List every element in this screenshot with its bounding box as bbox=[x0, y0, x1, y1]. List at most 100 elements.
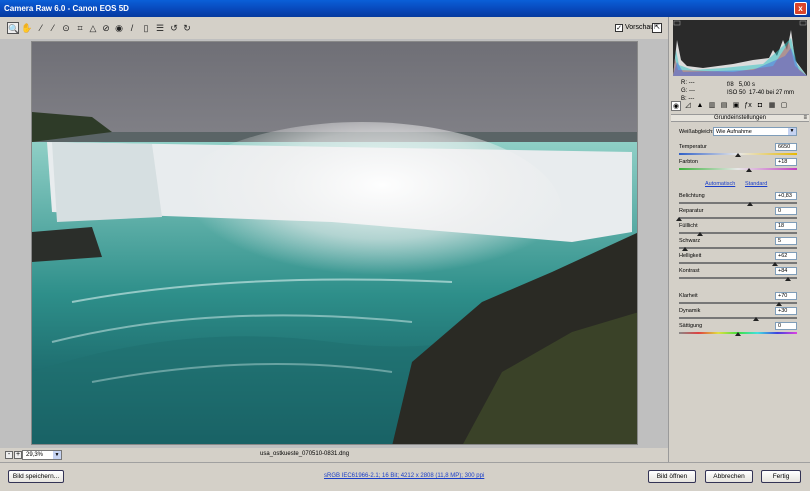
straighten-icon[interactable]: △ bbox=[87, 22, 99, 34]
close-button[interactable]: x bbox=[794, 2, 807, 15]
panel-tabs: ◉ ◿ ▲ ▥ ▤ ▣ ƒx ◘ ▦ ▢ bbox=[671, 101, 809, 112]
fullscreen-icon[interactable]: ⇱ bbox=[652, 23, 662, 33]
white-balance-label: Weißabgleich: bbox=[679, 129, 714, 135]
slider-value-input[interactable]: +30 bbox=[775, 307, 797, 315]
slider-track[interactable] bbox=[679, 168, 797, 170]
tab-camera-calibration-icon[interactable]: ◘ bbox=[755, 101, 765, 111]
preview-toggle[interactable]: ✓ Vorschau bbox=[615, 24, 654, 32]
slider-thumb[interactable] bbox=[776, 302, 783, 306]
rotate-cw-icon[interactable]: ↻ bbox=[181, 22, 193, 34]
save-image-button[interactable]: Bild speichern... bbox=[8, 470, 64, 483]
toolbar: 🔍 ✋ ⁄ ⁄ ⊙ ⌗ △ ⊘ ◉ / ▯ ☰ ↺ ↻ ✓ Vorschau ⇱ bbox=[0, 17, 668, 39]
aperture: f/8 bbox=[727, 82, 734, 88]
auto-link[interactable]: Automatisch bbox=[705, 181, 735, 187]
zoom-value: 29,3% bbox=[26, 452, 44, 458]
slider-value-input[interactable]: 6650 bbox=[775, 143, 797, 151]
slider-label: Reparatur bbox=[679, 208, 704, 214]
slider-value-input[interactable]: 0 bbox=[775, 207, 797, 215]
zoom-select[interactable]: 29,3% ▼ bbox=[22, 450, 62, 460]
tab-hsl-icon[interactable]: ▥ bbox=[707, 101, 717, 111]
slider-value-input[interactable]: +18 bbox=[775, 158, 797, 166]
slider-thumb[interactable] bbox=[745, 168, 752, 172]
slider-value-input[interactable]: 5 bbox=[775, 237, 797, 245]
slider-label: Schwarz bbox=[679, 238, 701, 244]
slider-thumb[interactable] bbox=[676, 217, 682, 221]
slider-label: Sättigung bbox=[679, 323, 703, 329]
hand-icon[interactable]: ✋ bbox=[21, 22, 33, 34]
shutter: 5,00 s bbox=[738, 82, 756, 88]
chevron-down-icon: ▼ bbox=[788, 128, 796, 135]
preferences-icon[interactable]: ☰ bbox=[154, 22, 166, 34]
target-adjust-icon[interactable]: ⊙ bbox=[60, 22, 72, 34]
histogram bbox=[673, 20, 807, 76]
red-eye-icon[interactable]: ◉ bbox=[113, 22, 125, 34]
slider-thumb[interactable] bbox=[697, 232, 704, 236]
slider-value-input[interactable]: 0 bbox=[775, 322, 797, 330]
slider-track[interactable] bbox=[679, 262, 797, 264]
cancel-button[interactable]: Abbrechen bbox=[705, 470, 753, 483]
slider-value-input[interactable]: +62 bbox=[775, 252, 797, 260]
done-button[interactable]: Fertig bbox=[761, 470, 801, 483]
slider-track[interactable] bbox=[679, 277, 797, 279]
slider-thumb[interactable] bbox=[752, 317, 759, 321]
zoom-in-button[interactable]: + bbox=[14, 451, 22, 459]
workflow-options-link[interactable]: sRGB IEC61966-2.1; 16 Bit; 4212 x 2808 (… bbox=[324, 473, 484, 479]
section-title-text: Grundeinstellungen bbox=[713, 115, 767, 121]
white-balance-value: Wie Aufnahme bbox=[716, 129, 752, 135]
tab-split-toning-icon[interactable]: ▤ bbox=[719, 101, 729, 111]
slider-value-input[interactable]: 18 bbox=[775, 222, 797, 230]
preview-checkbox[interactable]: ✓ bbox=[615, 24, 623, 32]
standard-link[interactable]: Standard bbox=[745, 181, 767, 187]
image-viewport[interactable] bbox=[0, 39, 668, 448]
slider-track[interactable] bbox=[679, 217, 797, 219]
tab-lens-icon[interactable]: ▣ bbox=[731, 101, 741, 111]
slider-thumb[interactable] bbox=[735, 332, 741, 336]
tab-snapshots-icon[interactable]: ▢ bbox=[779, 101, 789, 111]
tab-tone-curve-icon[interactable]: ◿ bbox=[683, 101, 693, 111]
tab-presets-icon[interactable]: ▦ bbox=[767, 101, 777, 111]
slider-thumb[interactable] bbox=[746, 202, 753, 206]
exif-readout: f/8 5,00 s ISO 50 17-40 bei 27 mm bbox=[727, 81, 794, 97]
tab-detail-icon[interactable]: ▲ bbox=[695, 101, 705, 111]
slider-thumb[interactable] bbox=[681, 247, 688, 251]
photo-preview bbox=[31, 41, 638, 445]
slider-label: Temperatur bbox=[679, 144, 707, 150]
slider-track[interactable] bbox=[679, 202, 797, 204]
rotate-ccw-icon[interactable]: ↺ bbox=[168, 22, 180, 34]
g-label: G: bbox=[681, 88, 688, 94]
slider-label: Kontrast bbox=[679, 268, 700, 274]
slider-track[interactable] bbox=[679, 247, 797, 249]
panel-menu-icon[interactable]: ≡ bbox=[803, 115, 807, 122]
slider-thumb[interactable] bbox=[784, 277, 791, 281]
tab-effects-icon[interactable]: ƒx bbox=[743, 101, 753, 111]
slider-value-input[interactable]: +70 bbox=[775, 292, 797, 300]
slider-label: Farbton bbox=[679, 159, 698, 165]
slider-thumb[interactable] bbox=[735, 153, 741, 157]
histogram-graph bbox=[673, 20, 807, 76]
slider-value-input[interactable]: +84 bbox=[775, 267, 797, 275]
spot-removal-icon[interactable]: ⊘ bbox=[100, 22, 112, 34]
slider-value-input[interactable]: +0,83 bbox=[775, 192, 797, 200]
slider-thumb[interactable] bbox=[771, 262, 778, 266]
open-image-button[interactable]: Bild öffnen bbox=[648, 470, 696, 483]
r-value: --- bbox=[688, 80, 695, 86]
file-name: usa_ostkueste_070510-0831.dng bbox=[260, 451, 350, 457]
white-balance-select[interactable]: Wie Aufnahme ▼ bbox=[713, 127, 797, 136]
zoom-out-button[interactable]: - bbox=[5, 451, 13, 459]
adjustment-brush-icon[interactable]: / bbox=[126, 22, 138, 34]
status-bar: - + 29,3% ▼ usa_ostkueste_070510-0831.dn… bbox=[0, 448, 668, 462]
crop-icon[interactable]: ⌗ bbox=[74, 22, 86, 34]
color-sampler-icon[interactable]: ⁄ bbox=[47, 22, 59, 34]
g-value: --- bbox=[689, 88, 696, 94]
white-balance-icon[interactable]: ⁄ bbox=[35, 22, 47, 34]
slider-track[interactable] bbox=[679, 317, 797, 319]
zoom-icon[interactable]: 🔍 bbox=[7, 22, 19, 34]
slider-label: Helligkeit bbox=[679, 253, 702, 259]
chevron-down-icon: ▼ bbox=[53, 451, 61, 459]
tab-basic-icon[interactable]: ◉ bbox=[671, 101, 681, 111]
graduated-filter-icon[interactable]: ▯ bbox=[140, 22, 152, 34]
rgb-readout: R: --- G: --- B: --- bbox=[681, 79, 695, 103]
waterfall-image bbox=[32, 42, 637, 444]
adjustment-panel: R: --- G: --- B: --- f/8 5,00 s ISO 50 1… bbox=[668, 17, 810, 462]
slider-label: Belichtung bbox=[679, 193, 705, 199]
